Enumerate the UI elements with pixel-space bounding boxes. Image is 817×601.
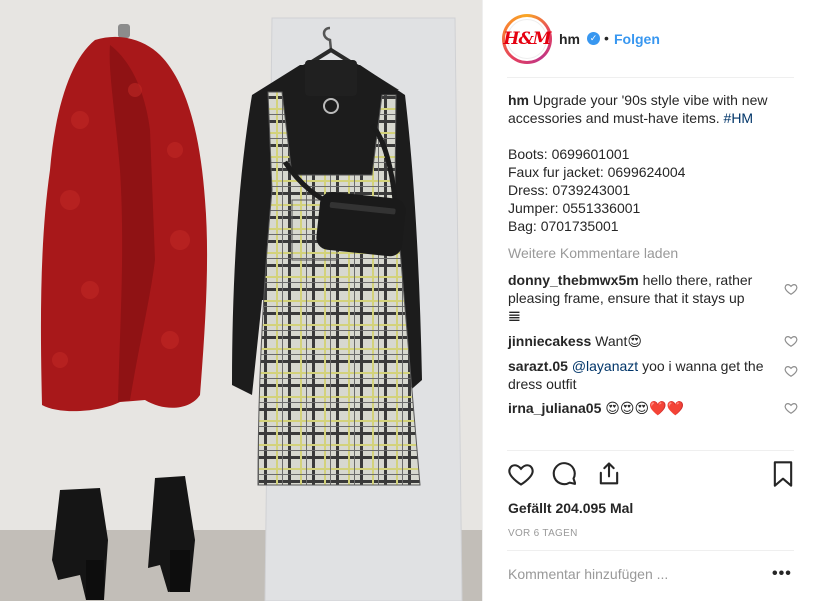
add-comment-input[interactable] bbox=[508, 566, 748, 582]
hm-logo: H&M bbox=[503, 29, 551, 49]
comment-text: Want bbox=[595, 333, 628, 349]
username-link[interactable]: hm bbox=[559, 31, 580, 47]
comment-like-icon[interactable] bbox=[784, 401, 798, 415]
caption-username[interactable]: hm bbox=[508, 92, 529, 108]
comment-username[interactable]: donny_thebmwx5m bbox=[508, 272, 639, 288]
comment-like-icon[interactable] bbox=[784, 282, 798, 296]
post-timestamp[interactable]: VOR 6 TAGEN bbox=[508, 528, 578, 539]
comment-item: sarazt.05 @layanazt yoo i wanna get the … bbox=[508, 357, 798, 393]
share-icon[interactable] bbox=[595, 460, 623, 488]
verified-badge-icon: ✓ bbox=[587, 32, 600, 45]
likes-count[interactable]: Gefällt 204.095 Mal bbox=[508, 500, 633, 516]
caption-items: Boots: 0699601001 Faux fur jacket: 06996… bbox=[508, 146, 686, 234]
comment-icon[interactable] bbox=[551, 460, 579, 488]
comment-item: irna_juliana05 😍😍😍❤️❤️ bbox=[508, 399, 798, 418]
avatar[interactable]: H&M bbox=[502, 14, 552, 64]
divider bbox=[507, 77, 794, 78]
follow-button[interactable]: Folgen bbox=[614, 31, 660, 47]
comment-item: jinniecakess Want😍 bbox=[508, 332, 798, 351]
mention-link[interactable]: @layanazt bbox=[572, 358, 638, 374]
more-options-icon[interactable]: ••• bbox=[772, 565, 792, 583]
comment-username[interactable]: sarazt.05 bbox=[508, 358, 568, 374]
comment-emoji: 😍 bbox=[627, 334, 642, 350]
comment-emoji: 😍😍😍❤️❤️ bbox=[605, 401, 684, 417]
separator-dot: • bbox=[604, 30, 609, 46]
load-more-comments-button[interactable]: Weitere Kommentare laden bbox=[508, 244, 798, 262]
comments-section: hm Upgrade your '90s style vibe with new… bbox=[508, 91, 798, 424]
comment-like-icon[interactable] bbox=[784, 334, 798, 348]
post-side-panel: H&M hm ✓ • Folgen hm Upgrade your '90s s… bbox=[482, 0, 817, 601]
comment-username[interactable]: irna_juliana05 bbox=[508, 400, 601, 416]
comment-like-icon[interactable] bbox=[784, 364, 798, 378]
post-image[interactable] bbox=[0, 0, 482, 601]
post-caption: hm Upgrade your '90s style vibe with new… bbox=[508, 91, 798, 235]
hashtag-link[interactable]: #HM bbox=[724, 110, 754, 126]
divider bbox=[507, 450, 794, 451]
bookmark-icon[interactable] bbox=[769, 460, 797, 488]
divider bbox=[507, 550, 794, 551]
comment-username[interactable]: jinniecakess bbox=[508, 333, 591, 349]
heart-icon[interactable] bbox=[507, 460, 535, 488]
post-header: H&M hm ✓ • Folgen bbox=[483, 0, 817, 78]
comment-emoji: 𝌆 bbox=[508, 309, 521, 325]
comment-item: donny_thebmwx5m hello there, rather plea… bbox=[508, 271, 798, 326]
